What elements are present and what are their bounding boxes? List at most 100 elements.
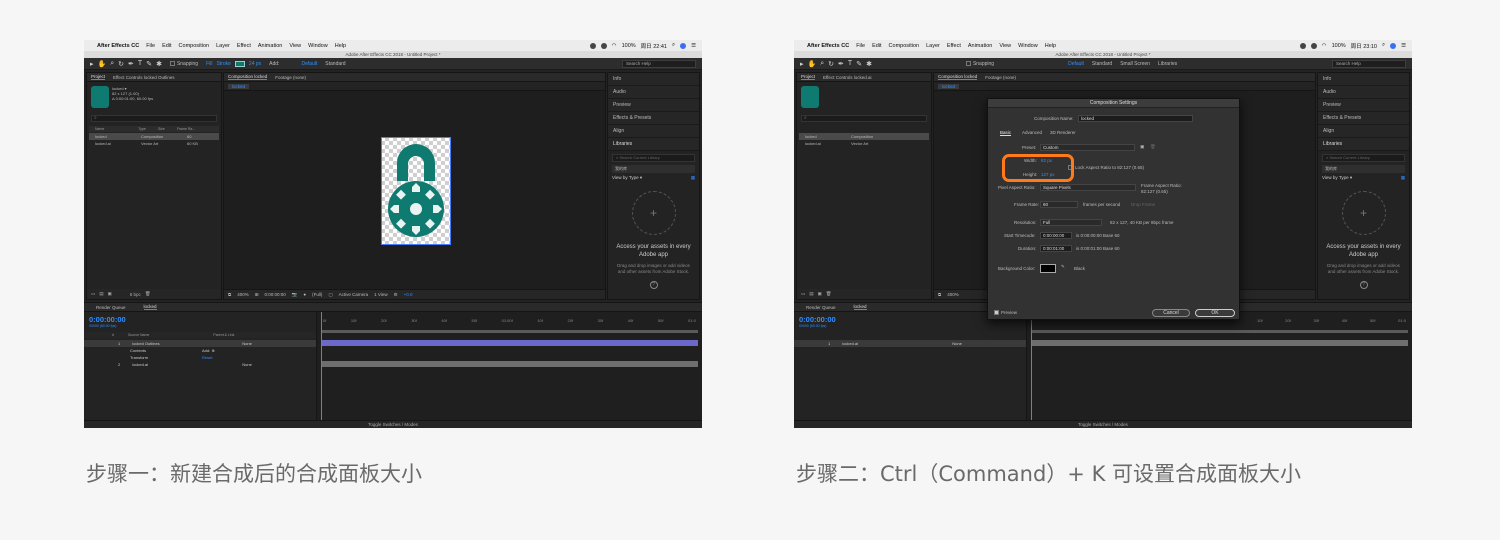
brush-tool-icon[interactable]: ✎ [856, 60, 862, 68]
menu-layer[interactable]: Layer [926, 43, 940, 49]
interpret-footage-icon[interactable]: ▭ [801, 291, 805, 297]
pen-tool-icon[interactable]: ✒ [838, 60, 844, 68]
interpret-footage-icon[interactable]: ▭ [91, 291, 95, 297]
panel-preview[interactable]: Preview [1318, 99, 1409, 112]
tab-render-queue[interactable]: Render Queue [806, 305, 836, 310]
menu-edit[interactable]: Edit [162, 43, 171, 49]
view-by-select[interactable]: View by Type ▾ [612, 175, 642, 181]
panel-effects-presets[interactable]: Effects & Presets [1318, 112, 1409, 125]
layer-name[interactable]: locked.ai [842, 341, 900, 346]
app-menu[interactable]: After Effects CC [97, 43, 139, 49]
view-by-select[interactable]: View by Type ▾ [1322, 175, 1352, 181]
help-icon[interactable]: ? [1359, 281, 1368, 289]
delete-preset-icon[interactable]: 🗑 [1150, 144, 1156, 150]
col-parent[interactable]: Parent & Link [213, 333, 234, 337]
add-asset-icon[interactable]: + [1341, 191, 1386, 235]
text-tool-icon[interactable]: T [848, 60, 852, 67]
time-ruler[interactable]: 0f 10f 20f 30f 40f 50f 01:00f 10f 20f 30… [317, 318, 702, 328]
layer-row[interactable]: 1 locked.ai None [794, 340, 1026, 347]
timeline-graph[interactable]: 10f 20f 30f 40f 50f 01:0 [1026, 312, 1412, 420]
bg-color-swatch[interactable] [1040, 264, 1056, 273]
bpc-label[interactable]: 8 bpc [130, 292, 141, 297]
project-search-input[interactable]: ⌕ [91, 115, 217, 122]
menu-view[interactable]: View [289, 43, 301, 49]
frame-rate-select[interactable]: 60 [1040, 201, 1078, 208]
search-help-input[interactable]: Search Help [1332, 59, 1406, 68]
workspace-libraries[interactable]: Libraries [1158, 61, 1177, 67]
col-fps[interactable]: Frame Ra... [177, 127, 195, 131]
ok-button[interactable]: OK [1195, 309, 1235, 317]
text-tool-icon[interactable]: T [138, 60, 142, 67]
selection-tool-icon[interactable]: ▸ [800, 60, 804, 68]
playhead[interactable] [321, 312, 322, 420]
menu-help[interactable]: Help [1045, 43, 1056, 49]
menu-animation[interactable]: Animation [968, 43, 992, 49]
breadcrumb-locked[interactable]: locked [938, 83, 960, 89]
layer-name[interactable]: locked.ai [132, 362, 190, 367]
safe-zones-icon[interactable]: ⊞ [255, 292, 259, 298]
siri-icon[interactable] [680, 42, 687, 49]
parent-select[interactable]: None [242, 341, 252, 346]
panel-libraries[interactable]: Libraries [608, 138, 699, 151]
view-layout-select[interactable]: 1 View [374, 292, 387, 297]
new-folder-icon[interactable]: ▤ [809, 291, 813, 297]
menu-edit[interactable]: Edit [872, 43, 881, 49]
eyedropper-icon[interactable]: ✎ [1061, 264, 1065, 270]
project-row[interactable]: locked.ai Vector Art 60 KB [89, 140, 219, 147]
tab-project[interactable]: Project [91, 74, 106, 80]
tab-timeline-locked[interactable]: locked [853, 304, 867, 310]
panel-audio[interactable]: Audio [1318, 86, 1409, 99]
layer-row[interactable]: 1 locked Outlines None [84, 340, 316, 347]
tab-footage[interactable]: Footage (none) [275, 75, 306, 80]
channel-icon[interactable]: ● [303, 292, 306, 297]
property-transform[interactable]: Transform [130, 355, 190, 360]
snapshot-icon[interactable]: 📷 [292, 292, 298, 298]
always-preview-icon[interactable]: ⧉ [938, 292, 941, 297]
menu-window[interactable]: Window [308, 43, 328, 49]
comp-name-input[interactable]: locked [1078, 115, 1193, 122]
toggle-switches-modes[interactable]: Toggle Switches / Modes [794, 420, 1412, 428]
stroke-label[interactable]: Stroke [216, 61, 230, 67]
notification-icon[interactable]: ☰ [691, 43, 696, 49]
app-menu[interactable]: After Effects CC [807, 43, 849, 49]
grid-view-icon[interactable]: ▦ [691, 175, 695, 181]
current-timecode[interactable]: 0:00:00:00 [89, 315, 126, 324]
tab-composition[interactable]: Composition locked [938, 74, 978, 80]
wechat-icon[interactable] [600, 42, 607, 49]
zoom-tool-icon[interactable]: ⌕ [820, 60, 824, 68]
menu-file[interactable]: File [856, 43, 865, 49]
tab-timeline-locked[interactable]: locked [143, 304, 157, 310]
menu-effect[interactable]: Effect [947, 43, 961, 49]
panel-effects-presets[interactable]: Effects & Presets [608, 112, 699, 125]
library-select[interactable]: 我的库 [1322, 165, 1405, 173]
library-select[interactable]: 我的库 [612, 165, 695, 173]
project-search-input[interactable]: ⌕ [801, 115, 927, 122]
panel-align[interactable]: Align [1318, 125, 1409, 138]
stroke-color-swatch[interactable] [234, 60, 245, 67]
panel-preview[interactable]: Preview [608, 99, 699, 112]
project-row[interactable]: locked.ai Vector Art [799, 140, 929, 147]
brush-tool-icon[interactable]: ✎ [146, 60, 152, 68]
parent-select[interactable]: None [242, 362, 252, 367]
pin-tool-icon[interactable]: ✱ [156, 60, 162, 68]
stroke-width[interactable]: 24 px [249, 61, 261, 67]
menu-composition[interactable]: Composition [889, 43, 920, 49]
status-icon[interactable] [1299, 42, 1306, 49]
region-icon[interactable]: ▢ [328, 292, 332, 298]
timecode-display[interactable]: 0:00:00:00 [265, 292, 286, 297]
library-search-input[interactable]: ⌕ Search Current Library [612, 154, 695, 162]
resolution-select[interactable]: Full [1040, 219, 1102, 226]
rotate-tool-icon[interactable]: ↻ [118, 60, 124, 68]
layer-property[interactable]: Transform Reset [84, 354, 316, 361]
menu-effect[interactable]: Effect [237, 43, 251, 49]
comp-canvas[interactable] [381, 137, 451, 245]
wifi-icon[interactable]: ◠ [1322, 43, 1327, 49]
playhead[interactable] [1031, 312, 1032, 420]
tab-render-queue[interactable]: Render Queue [96, 305, 126, 310]
search-icon[interactable]: ⌕ [672, 42, 675, 49]
breadcrumb-locked[interactable]: locked [228, 83, 250, 89]
col-size[interactable]: Size [158, 127, 165, 131]
wifi-icon[interactable]: ◠ [612, 43, 617, 49]
search-help-input[interactable]: Search Help [622, 59, 696, 68]
panel-info[interactable]: Info [608, 73, 699, 86]
